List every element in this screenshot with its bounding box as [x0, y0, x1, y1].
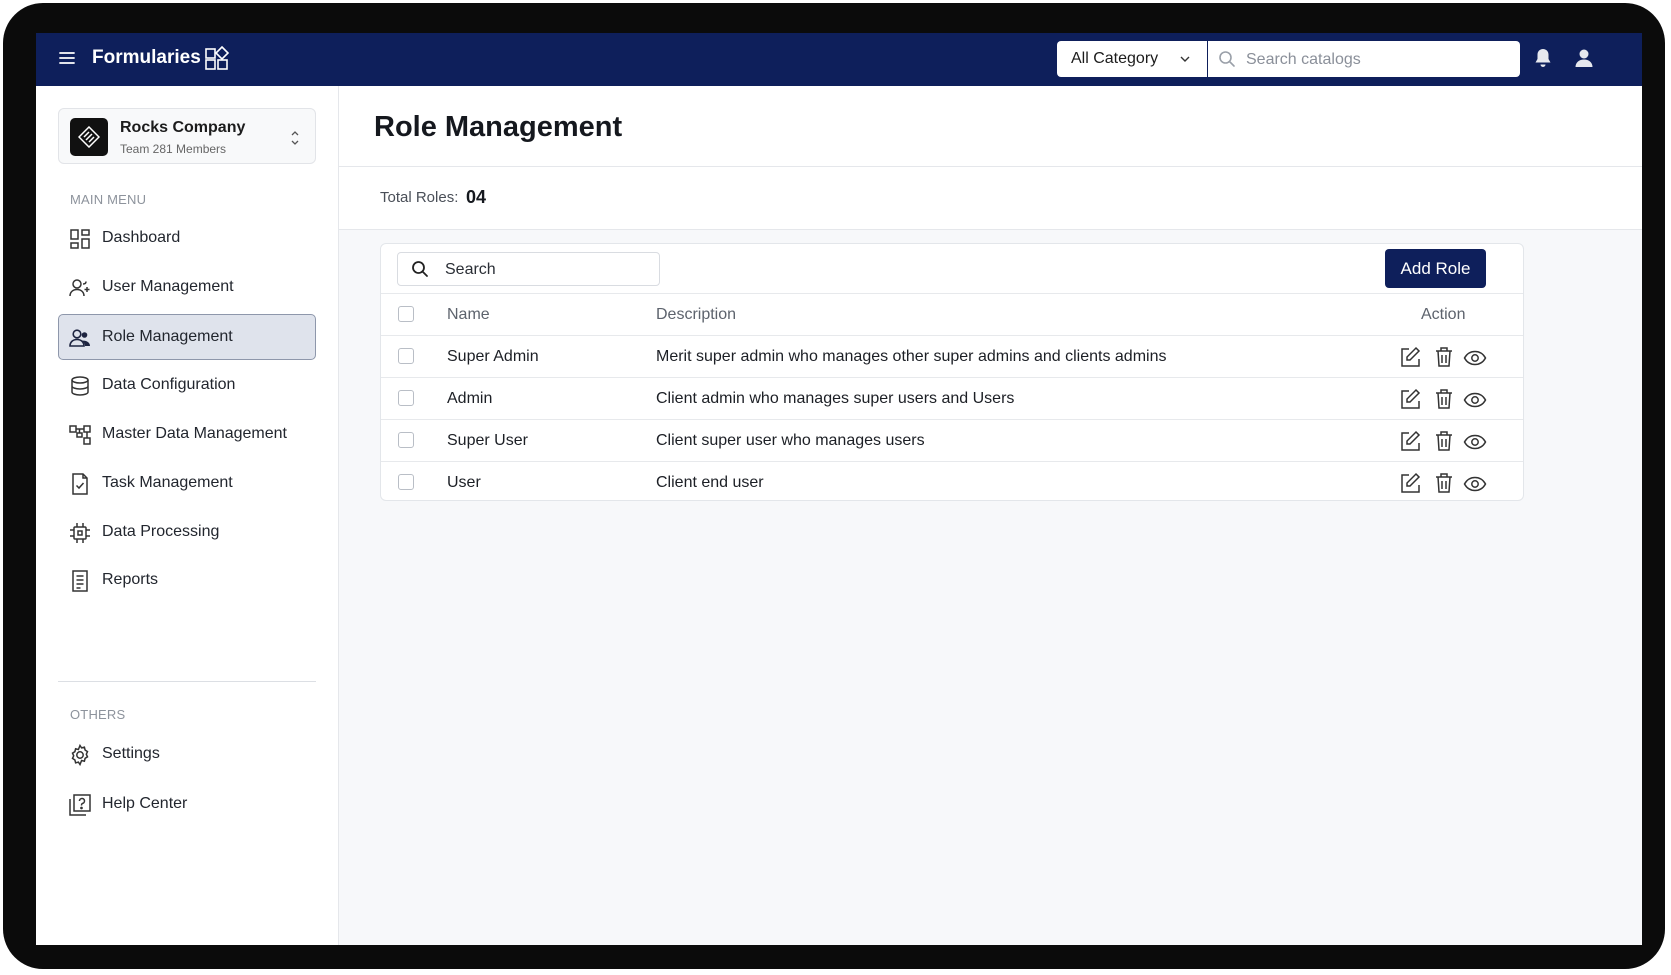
user-add-icon: [69, 279, 90, 297]
table-row: Super User Client super user who manages…: [381, 419, 1523, 461]
bell-icon[interactable]: [1533, 47, 1553, 69]
sidebar-item-role-management[interactable]: Role Management: [58, 314, 316, 360]
role-name: Super User: [447, 432, 528, 449]
role-name: Super Admin: [447, 348, 539, 365]
column-header-name: Name: [447, 306, 490, 323]
sidebar-item-label: Reports: [102, 571, 159, 588]
sidebar-item-data-processing[interactable]: Data Processing: [58, 509, 316, 555]
role-name: User: [447, 474, 481, 491]
sidebar-item-label: Data Processing: [102, 523, 220, 540]
table-search: [397, 252, 660, 286]
sidebar-item-label: Data Configuration: [102, 376, 236, 393]
eye-icon[interactable]: [1463, 473, 1487, 495]
edit-icon[interactable]: [1399, 472, 1421, 494]
sidebar-item-label: Task Management: [102, 474, 233, 491]
app-screen: Formularies All Category Search catalogs…: [36, 33, 1642, 945]
sidebar-item-reports[interactable]: Reports: [58, 557, 316, 603]
sidebar-item-task-management[interactable]: Task Management: [58, 460, 316, 506]
app-title: Formularies: [92, 47, 201, 68]
company-members: Team 281 Members: [120, 142, 227, 156]
edit-icon[interactable]: [1399, 388, 1421, 410]
row-checkbox[interactable]: [398, 390, 414, 406]
table-row: User Client end user: [381, 461, 1523, 503]
trash-icon[interactable]: [1433, 388, 1455, 410]
hamburger-menu-icon[interactable]: [58, 49, 76, 67]
role-description: Client admin who manages super users and…: [656, 390, 1015, 407]
table-row: Super Admin Merit super admin who manage…: [381, 335, 1523, 377]
role-description: Client super user who manages users: [656, 432, 925, 449]
help-icon: [69, 794, 91, 816]
catalog-search: [1208, 41, 1520, 77]
stats-bar: Total Roles: 04: [339, 167, 1642, 230]
category-select-value: All Category: [1071, 50, 1159, 67]
table-row: Admin Client admin who manages super use…: [381, 377, 1523, 419]
column-header-action: Action: [1421, 306, 1466, 323]
task-icon: [72, 473, 88, 495]
trash-icon[interactable]: [1433, 430, 1455, 452]
edit-icon[interactable]: [1399, 346, 1421, 368]
total-roles-label: Total Roles:: [380, 189, 459, 206]
role-description: Client end user: [656, 474, 764, 491]
sidebar-item-label: Role Management: [102, 328, 233, 345]
device-frame: Formularies All Category Search catalogs…: [3, 3, 1665, 969]
gear-icon: [71, 744, 89, 766]
sidebar-item-label: Master Data Management: [102, 425, 287, 442]
row-checkbox[interactable]: [398, 474, 414, 490]
add-role-button[interactable]: Add Role: [1385, 249, 1486, 288]
sidebar-item-dashboard[interactable]: Dashboard: [58, 215, 316, 261]
eye-icon[interactable]: [1463, 431, 1487, 453]
column-header-description: Description: [656, 306, 737, 323]
search-icon: [1219, 51, 1235, 67]
main-content: Role Management Total Roles: 04 Add Role…: [339, 86, 1642, 945]
report-icon: [72, 570, 88, 592]
top-bar: Formularies All Category: [36, 33, 1642, 86]
others-title: OTHERS: [70, 707, 126, 722]
page-header: Role Management: [339, 86, 1642, 167]
dashboard-icon: [70, 229, 90, 249]
sidebar-item-label: Settings: [102, 745, 160, 762]
eye-icon[interactable]: [1463, 347, 1487, 369]
chip-icon: [70, 523, 90, 543]
trash-icon[interactable]: [1433, 346, 1455, 368]
row-checkbox[interactable]: [398, 348, 414, 364]
sidebar-item-help-center[interactable]: Help Center: [58, 781, 316, 827]
sidebar-item-label: Dashboard: [102, 229, 181, 246]
sidebar-divider: [58, 681, 316, 682]
users-icon: [69, 329, 90, 347]
roles-table-card: Add Role Name Description Action Super A…: [380, 243, 1524, 501]
eye-icon[interactable]: [1463, 389, 1487, 411]
trash-icon[interactable]: [1433, 472, 1455, 494]
catalog-search-input[interactable]: [1244, 47, 1508, 73]
sidebar-item-label: Help Center: [102, 795, 188, 812]
search-icon: [412, 261, 428, 277]
chevron-down-icon: [1180, 56, 1190, 62]
role-name: Admin: [447, 390, 493, 407]
grid-shapes-icon: [205, 45, 230, 70]
total-roles-value: 04: [466, 187, 487, 207]
sidebar-item-settings[interactable]: Settings: [58, 731, 316, 777]
company-logo: [70, 118, 108, 156]
sidebar: Rocks Company Team 281 Members MAIN MENU…: [36, 86, 339, 945]
page-title: Role Management: [374, 111, 623, 143]
sidebar-item-data-configuration[interactable]: Data Configuration: [58, 362, 316, 408]
row-checkbox[interactable]: [398, 432, 414, 448]
diamond-logo-icon: [78, 126, 100, 148]
chevron-up-down-icon: [291, 131, 299, 145]
sidebar-item-user-management[interactable]: User Management: [58, 264, 316, 310]
table-search-input[interactable]: [443, 258, 647, 282]
table-header-row: Name Description Action: [381, 293, 1523, 335]
company-name: Rocks Company: [120, 119, 246, 136]
company-switcher[interactable]: Rocks Company Team 281 Members: [58, 108, 316, 164]
edit-icon[interactable]: [1399, 430, 1421, 452]
role-description: Merit super admin who manages other supe…: [656, 348, 1167, 365]
database-icon: [71, 376, 89, 396]
sidebar-item-master-data-management[interactable]: Master Data Management: [58, 411, 316, 457]
main-menu-title: MAIN MENU: [70, 192, 147, 207]
hierarchy-icon: [69, 425, 91, 445]
user-profile-icon[interactable]: [1573, 47, 1595, 69]
sidebar-item-label: User Management: [102, 278, 234, 295]
select-all-checkbox[interactable]: [398, 306, 414, 322]
category-select[interactable]: All Category: [1057, 41, 1207, 77]
